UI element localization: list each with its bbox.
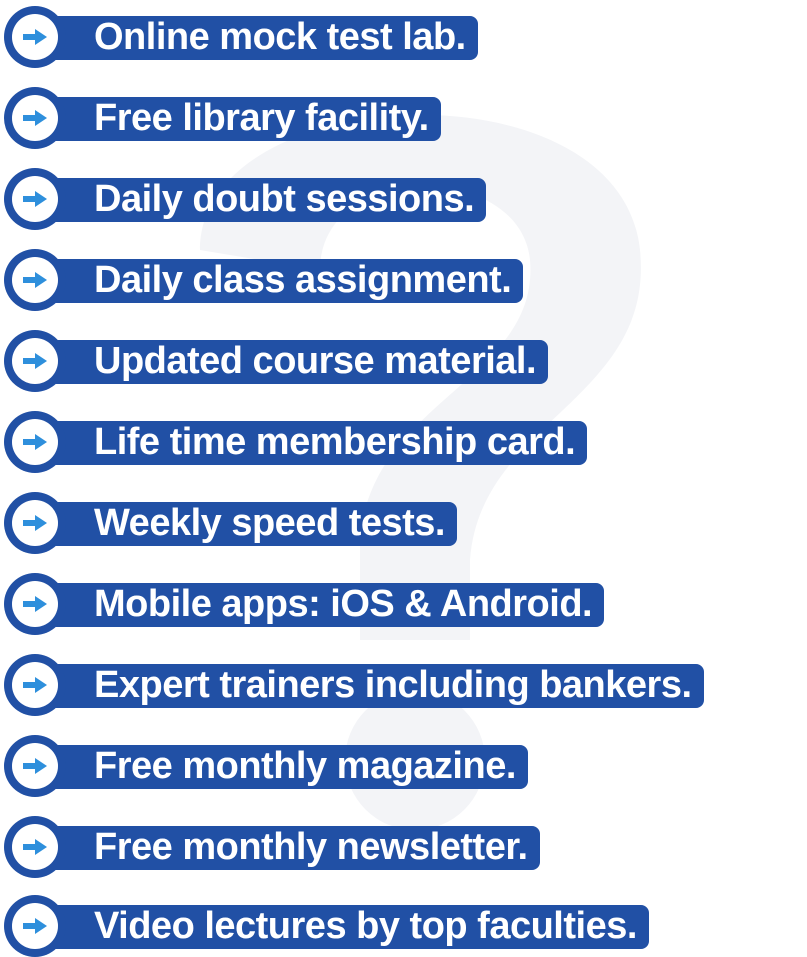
feature-pill: Weekly speed tests. [34, 502, 457, 546]
feature-list: Online mock test lab. Free library facil… [0, 0, 807, 957]
arrow-right-icon [23, 434, 47, 450]
arrow-right-icon [23, 918, 47, 934]
arrow-badge [4, 87, 66, 149]
feature-pill: Life time membership card. [34, 421, 588, 465]
arrow-right-icon [23, 110, 47, 126]
feature-pill: Updated course material. [34, 340, 549, 384]
arrow-right-icon [23, 839, 47, 855]
arrow-badge [4, 573, 66, 635]
arrow-right-icon [23, 353, 47, 369]
feature-pill: Mobile apps: iOS & Android. [34, 583, 605, 627]
arrow-right-icon [23, 596, 47, 612]
feature-label: Expert trainers including bankers. [94, 664, 692, 706]
feature-pill: Free monthly newsletter. [34, 826, 540, 870]
feature-label: Mobile apps: iOS & Android. [94, 583, 593, 625]
feature-label: Updated course material. [94, 340, 537, 382]
feature-pill: Video lectures by top faculties. [34, 905, 649, 949]
arrow-badge [4, 816, 66, 878]
arrow-badge [4, 895, 66, 957]
arrow-badge [4, 168, 66, 230]
arrow-badge [4, 6, 66, 68]
arrow-right-icon [23, 191, 47, 207]
feature-label: Free library facility. [94, 97, 429, 139]
feature-label: Life time membership card. [94, 421, 576, 463]
feature-label: Online mock test lab. [94, 16, 466, 58]
arrow-badge [4, 735, 66, 797]
feature-label: Free monthly magazine. [94, 745, 516, 787]
feature-pill: Free monthly magazine. [34, 745, 528, 789]
feature-pill: Expert trainers including bankers. [34, 664, 704, 708]
feature-pill: Free library facility. [34, 97, 441, 141]
arrow-right-icon [23, 515, 47, 531]
arrow-right-icon [23, 272, 47, 288]
feature-label: Free monthly newsletter. [94, 826, 528, 868]
arrow-badge [4, 492, 66, 554]
arrow-badge [4, 330, 66, 392]
arrow-badge [4, 411, 66, 473]
arrow-badge [4, 654, 66, 716]
arrow-right-icon [23, 758, 47, 774]
feature-label: Weekly speed tests. [94, 502, 445, 544]
feature-label: Daily doubt sessions. [94, 178, 475, 220]
feature-pill: Daily doubt sessions. [34, 178, 487, 222]
feature-pill: Daily class assignment. [34, 259, 524, 303]
feature-label: Daily class assignment. [94, 259, 512, 301]
arrow-right-icon [23, 677, 47, 693]
feature-label: Video lectures by top faculties. [94, 905, 637, 947]
arrow-right-icon [23, 29, 47, 45]
feature-pill: Online mock test lab. [34, 16, 478, 60]
arrow-badge [4, 249, 66, 311]
